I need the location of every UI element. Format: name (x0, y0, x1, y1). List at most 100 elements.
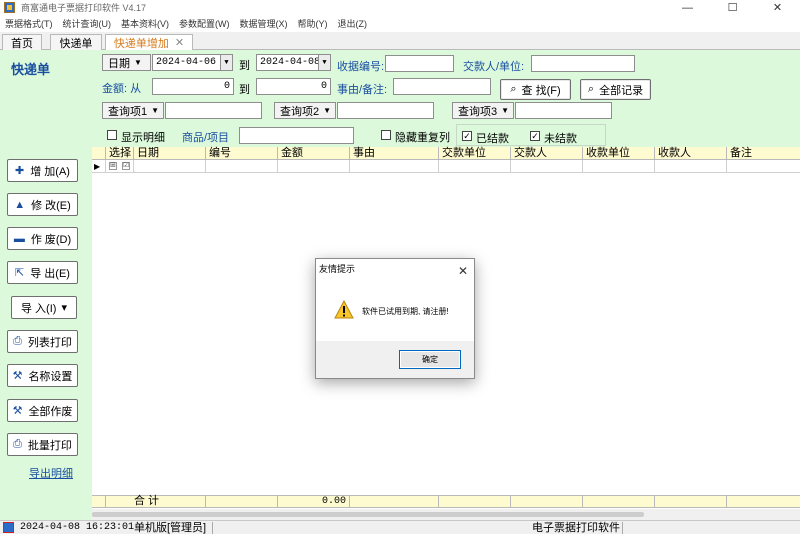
void-button[interactable]: ▬ 作 废(D) (7, 227, 78, 250)
scrollbar-thumb[interactable] (92, 512, 644, 517)
payee-cell[interactable] (655, 160, 727, 173)
date-from-picker[interactable]: 2024-04-06 ▼ (152, 54, 233, 71)
query-item-2-select[interactable]: 查询项2 ▼ (274, 102, 336, 119)
horizontal-scrollbar[interactable] (92, 509, 800, 520)
date-to-picker[interactable]: 2024-04-08 ▼ (256, 54, 331, 71)
receipt-no-input[interactable] (385, 55, 454, 72)
payer-unit-cell[interactable] (439, 160, 511, 173)
reason-input[interactable] (393, 78, 491, 95)
query-item-3-input[interactable] (515, 102, 612, 119)
maximize-button[interactable]: ☐ (710, 0, 755, 15)
payer-input[interactable] (531, 55, 635, 72)
date-field-label: 日期 (108, 57, 130, 70)
dialog-close-icon[interactable]: ✕ (458, 261, 468, 282)
row-checkbox[interactable]: ☑ (122, 162, 130, 170)
query-item-1-input[interactable] (165, 102, 262, 119)
export-button-label: 导 出(E) (30, 267, 70, 280)
show-detail-checkbox[interactable] (107, 130, 117, 140)
tab-bar: 首页 快递单 快递单增加 ✕ (0, 32, 800, 50)
settled-checkbox[interactable]: ✓ (462, 131, 472, 141)
batch-print-button[interactable]: ⎙ 批量打印 (7, 433, 78, 456)
calendar-dropdown-icon[interactable]: ▼ (318, 55, 330, 70)
tab-express-list[interactable]: 快递单 (50, 34, 102, 50)
menu-data-management[interactable]: 数据管理(X) (235, 17, 293, 30)
select-cell[interactable]: ⊞ ☑ (106, 160, 134, 173)
close-window-button[interactable]: ✕ (755, 0, 800, 15)
minimize-button[interactable]: — (665, 0, 710, 15)
expand-icon[interactable]: ⊞ (109, 162, 117, 170)
product-input[interactable] (239, 127, 354, 144)
tab-home[interactable]: 首页 (2, 34, 42, 50)
col-payee[interactable]: 收款人 (655, 147, 727, 160)
name-settings-button[interactable]: ⚒ 名称设置 (7, 364, 78, 387)
dropdown-arrow-icon: ▼ (134, 58, 142, 67)
query-item-2-label: 查询项2 (280, 105, 320, 118)
void-all-label: 全部作废 (28, 405, 73, 418)
amount-cell[interactable] (278, 160, 350, 173)
import-dropdown-icon: ▾ (61, 302, 67, 314)
table-row[interactable]: ▶ ⊞ ☑ (92, 160, 800, 173)
list-print-button[interactable]: ⎙ 列表打印 (7, 330, 78, 353)
edit-button[interactable]: ▲ 修 改(E) (7, 193, 78, 216)
magnifier-icon: ⌕ (510, 83, 517, 95)
void-all-icon: ⚒ (12, 405, 23, 417)
hide-duplicate-label: 隐藏重复列 (395, 132, 450, 144)
date-field-select[interactable]: 日期 ▼ (102, 54, 151, 71)
col-reason[interactable]: 事由 (350, 147, 439, 160)
void-all-button[interactable]: ⚒ 全部作废 (7, 399, 78, 422)
ok-button[interactable]: 确定 (399, 350, 461, 369)
magnifier-icon: ⌕ (587, 83, 595, 95)
import-button[interactable]: 导 入(I) ▾ (11, 296, 77, 319)
batch-print-label: 批量打印 (27, 439, 72, 452)
settled-label: 已结款 (476, 133, 509, 145)
search-button-label: 查 找(F) (521, 84, 561, 97)
batch-print-icon: ⎙ (13, 438, 22, 450)
col-payee-unit[interactable]: 收款单位 (583, 147, 655, 160)
name-settings-label: 名称设置 (28, 370, 73, 383)
query-item-1-select[interactable]: 查询项1 ▼ (102, 102, 164, 119)
plus-icon: ✚ (15, 165, 25, 177)
col-number[interactable]: 编号 (206, 147, 278, 160)
reason-cell[interactable] (350, 160, 439, 173)
hide-duplicate-checkbox[interactable] (381, 130, 391, 140)
search-button[interactable]: ⌕ 查 找(F) (500, 79, 571, 100)
amount-from-input[interactable]: 0 (152, 78, 234, 95)
printer-icon: ⎙ (13, 335, 22, 347)
menu-ticket-format[interactable]: 票据格式(T) (0, 17, 58, 30)
name-settings-icon: ⚒ (12, 370, 23, 382)
dialog-title-bar: 友情提示 ✕ (316, 259, 474, 280)
query-item-3-select[interactable]: 查询项3 ▼ (452, 102, 514, 119)
all-records-button[interactable]: ⌕ 全部记录 (580, 79, 651, 100)
notice-dialog: 友情提示 ✕ 软件已试用到期, 请注册! 确定 (315, 258, 475, 379)
col-remark[interactable]: 备注 (727, 147, 800, 160)
col-amount[interactable]: 金额 (278, 147, 350, 160)
tab-label: 快递单增加 (113, 37, 169, 50)
payee-unit-cell[interactable] (583, 160, 655, 173)
export-button[interactable]: ⇱ 导 出(E) (7, 261, 78, 284)
unsettled-checkbox[interactable]: ✓ (530, 131, 540, 141)
query-item-2-input[interactable] (337, 102, 434, 119)
menu-help[interactable]: 帮助(Y) (293, 17, 333, 30)
calendar-dropdown-icon[interactable]: ▼ (220, 55, 232, 70)
col-payer-unit[interactable]: 交款单位 (439, 147, 511, 160)
date-cell[interactable] (134, 160, 206, 173)
number-cell[interactable] (206, 160, 278, 173)
menu-parameters[interactable]: 参数配置(W) (174, 17, 235, 30)
menu-statistics[interactable]: 统计查询(U) (58, 17, 117, 30)
add-button[interactable]: ✚ 增 加(A) (7, 159, 78, 182)
payer-cell[interactable] (511, 160, 583, 173)
menu-basic-data[interactable]: 基本资料(V) (116, 17, 174, 30)
grid-footer: 合 计 0.00 (92, 495, 800, 508)
amount-to-input[interactable]: 0 (256, 78, 331, 95)
tab-express-add[interactable]: 快递单增加 ✕ (105, 34, 193, 50)
col-select[interactable]: 选择 (106, 147, 134, 160)
remark-cell[interactable] (727, 160, 800, 173)
menu-exit[interactable]: 退出(Z) (333, 17, 373, 30)
col-payer[interactable]: 交款人 (511, 147, 583, 160)
payer-label: 交款人/单位: (463, 61, 525, 73)
footer-payer-unit (439, 496, 511, 507)
tab-close-icon[interactable]: ✕ (175, 36, 184, 49)
amount-label: 金额: 从 (102, 83, 142, 95)
export-detail-link[interactable]: 导出明细 (29, 465, 73, 481)
col-date[interactable]: 日期 (134, 147, 206, 160)
